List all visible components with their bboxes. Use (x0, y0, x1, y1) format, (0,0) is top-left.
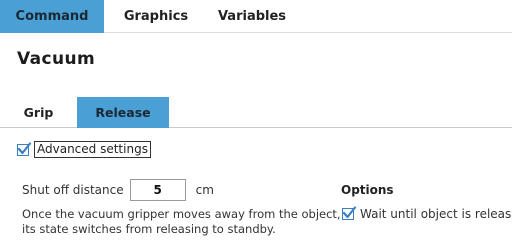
tab-grip-label: Grip (23, 105, 54, 120)
tab-variables[interactable]: Variables (208, 0, 296, 33)
vacuum-command-panel: Command Graphics Variables Vacuum Grip R… (0, 0, 512, 243)
wait-until-released-row: Wait until object is released (342, 206, 512, 221)
tab-graphics-label: Graphics (123, 9, 189, 24)
options-title: Options (341, 183, 394, 197)
shut-off-distance-unit: cm (195, 183, 214, 197)
tab-command-label: Command (15, 9, 89, 24)
tab-variables-label: Variables (217, 9, 287, 24)
wait-until-released-checkbox[interactable] (342, 206, 356, 220)
shut-off-distance-input[interactable] (129, 179, 186, 201)
advanced-settings-row: Advanced settings (17, 141, 151, 158)
checkmark-icon (342, 206, 356, 219)
checkmark-icon (17, 141, 31, 154)
tab-command[interactable]: Command (0, 0, 104, 33)
advanced-settings-label[interactable]: Advanced settings (34, 141, 151, 158)
top-tab-bar: Command Graphics Variables (0, 0, 512, 33)
tab-release-label: Release (95, 105, 151, 120)
page-title: Vacuum (17, 49, 96, 69)
shut-off-distance-label: Shut off distance (22, 183, 124, 197)
shut-off-description: Once the vacuum gripper moves away from … (22, 207, 341, 236)
tab-graphics[interactable]: Graphics (104, 0, 208, 33)
vacuum-action-tabs: Grip Release (0, 97, 512, 128)
tab-grip[interactable]: Grip (0, 97, 77, 128)
tab-release[interactable]: Release (77, 97, 169, 128)
advanced-settings-checkbox[interactable] (17, 141, 31, 156)
wait-until-released-label[interactable]: Wait until object is released (360, 207, 512, 221)
shut-off-distance-row: Shut off distance cm (22, 179, 214, 201)
